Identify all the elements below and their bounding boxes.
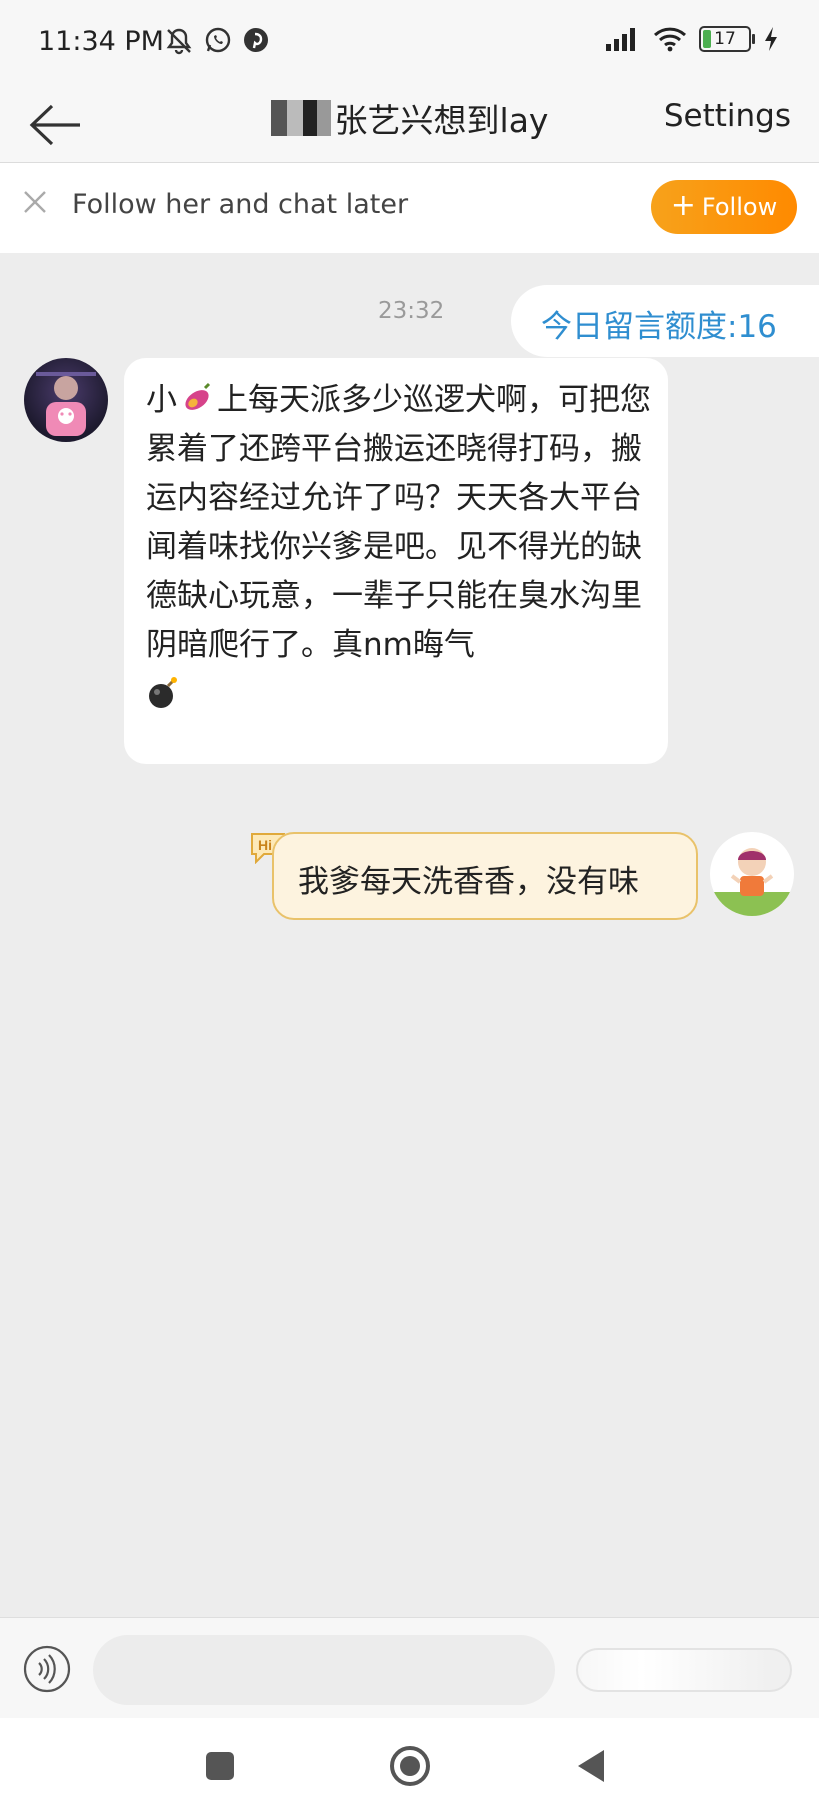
outgoing-message-text: 我爹每天洗香香，没有味 <box>298 864 639 900</box>
recent-apps-icon[interactable] <box>190 1736 250 1796</box>
charging-icon <box>765 27 777 51</box>
incoming-text-body: 上每天派多少巡逻犬啊，可把您累着了还跨平台搬运还晓得打码，搬运内容经过允许了吗？… <box>146 382 651 663</box>
voice-icon[interactable] <box>22 1644 72 1694</box>
battery-level: 17 <box>714 29 736 49</box>
close-icon[interactable] <box>20 187 50 217</box>
whatsapp-icon <box>205 27 231 53</box>
bomb-icon <box>149 677 177 708</box>
status-icons-right: 17 <box>605 26 779 52</box>
chat-header: 张艺兴想到lay Settings <box>0 88 819 163</box>
follow-hint: Follow her and chat later <box>72 189 409 220</box>
my-avatar[interactable] <box>710 832 794 916</box>
quota-text: 今日留言额度:16 <box>541 309 777 345</box>
system-nav-bar <box>0 1718 819 1814</box>
incoming-text-prefix: 小 <box>146 382 177 418</box>
message-timestamp: 23:32 <box>378 298 445 324</box>
sender-avatar[interactable] <box>24 358 108 442</box>
pinterest-icon <box>244 28 268 52</box>
settings-button[interactable]: Settings <box>664 98 791 134</box>
back-nav-icon[interactable] <box>562 1736 622 1796</box>
chat-title-text: 张艺兴想到lay <box>334 101 549 140</box>
signal-icon <box>606 28 635 51</box>
plus-icon: + <box>670 187 696 223</box>
status-icons-left <box>164 26 270 56</box>
quota-bubble: 今日留言额度:16 <box>511 285 819 357</box>
follow-button[interactable]: + Follow <box>651 180 797 234</box>
input-bar <box>0 1617 819 1718</box>
sweet-potato-icon <box>185 382 211 410</box>
home-icon[interactable] <box>380 1736 440 1796</box>
incoming-message[interactable]: 小 上每天派多少巡逻犬啊，可把您累着了还跨平台搬运还晓得打码，搬运内容经过允许了… <box>124 358 668 764</box>
send-area[interactable] <box>576 1648 792 1692</box>
status-bar: 11:34 PM 17 <box>0 0 819 88</box>
incoming-message-text: 小 上每天派多少巡逻犬啊，可把您累着了还跨平台搬运还晓得打码，搬运内容经过允许了… <box>146 376 652 719</box>
my-avatar-image <box>710 848 794 916</box>
hi-badge-label: Hi <box>258 837 272 853</box>
status-time: 11:34 PM <box>38 26 164 57</box>
sender-avatar-image <box>36 372 96 436</box>
blurred-name-image <box>270 100 331 136</box>
wifi-icon <box>653 27 687 52</box>
follow-banner: Follow her and chat later + Follow <box>0 163 819 253</box>
battery-icon: 17 <box>699 26 755 52</box>
outgoing-message[interactable]: 我爹每天洗香香，没有味 <box>272 832 698 920</box>
message-input[interactable] <box>93 1635 555 1705</box>
mute-bell-icon <box>166 28 192 55</box>
follow-button-label: Follow <box>701 193 778 221</box>
chat-title: 张艺兴想到lay <box>270 94 549 142</box>
